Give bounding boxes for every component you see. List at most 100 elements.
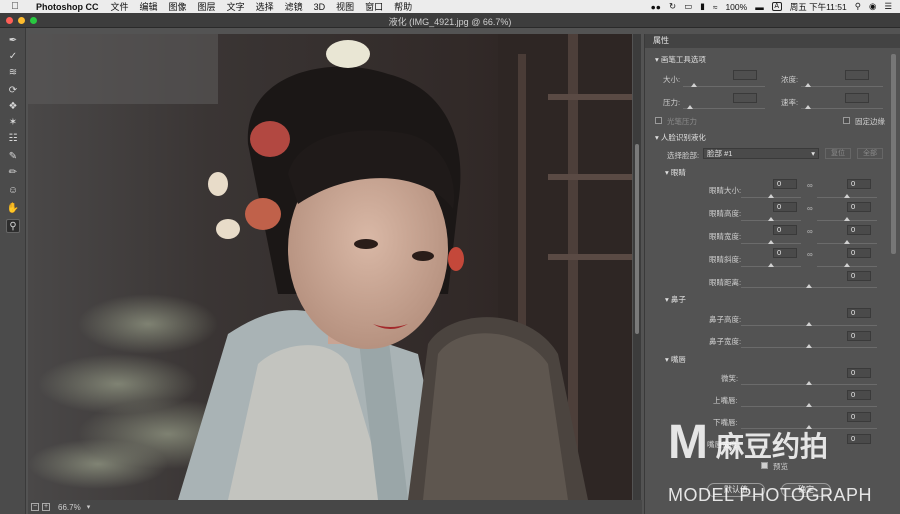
brush-density-field[interactable]: [845, 70, 869, 80]
reconstruct-icon[interactable]: ✓: [6, 50, 20, 64]
eye-width-right-slider[interactable]: [817, 240, 877, 244]
brush-rate-slider[interactable]: [801, 105, 883, 109]
sync-icon[interactable]: ↻: [669, 1, 676, 12]
brush-density-slider[interactable]: [801, 83, 883, 87]
clock[interactable]: 周五 下午11:51: [790, 1, 847, 13]
link-icon[interactable]: ∞: [807, 227, 813, 236]
canvas-vertical-scrollbar[interactable]: [633, 34, 641, 500]
battery-icon[interactable]: ▬: [755, 2, 764, 12]
spotlight-icon[interactable]: ⚲: [855, 1, 861, 12]
eye-tilt-left-slider[interactable]: [741, 263, 801, 267]
notification-center-icon[interactable]: ☰: [884, 1, 892, 12]
menu-edit[interactable]: 编辑: [140, 0, 158, 13]
canvas-scroll-thumb[interactable]: [635, 144, 639, 334]
nose-section[interactable]: ▾ 鼻子: [665, 294, 686, 305]
menu-layer[interactable]: 图层: [198, 0, 216, 13]
link-icon[interactable]: ∞: [807, 204, 813, 213]
smile-slider[interactable]: [741, 381, 877, 385]
eye-width-left-slider[interactable]: [741, 240, 801, 244]
eye-width-left-field[interactable]: 0: [773, 225, 797, 235]
upper-lip-field[interactable]: 0: [847, 390, 871, 400]
brush-rate-field[interactable]: [845, 93, 869, 103]
nose-height-slider[interactable]: [741, 322, 877, 326]
menu-file[interactable]: 文件: [111, 0, 129, 13]
brush-size-field[interactable]: [733, 70, 757, 80]
mouth-width-field[interactable]: 0: [847, 434, 871, 444]
face-aware-section[interactable]: ▾ 人脸识别液化: [655, 132, 706, 143]
forward-warp-icon[interactable]: ✒: [6, 34, 20, 48]
siri-icon[interactable]: ◉: [869, 1, 876, 12]
eye-size-left-slider[interactable]: [741, 194, 801, 198]
face-icon[interactable]: ☺: [6, 184, 20, 198]
menu-select[interactable]: 选择: [256, 0, 274, 13]
eye-height-left-field[interactable]: 0: [773, 202, 797, 212]
bloat-icon[interactable]: ✶: [6, 116, 20, 130]
freeze-mask-icon[interactable]: ✎: [6, 150, 20, 164]
smile-field[interactable]: 0: [847, 368, 871, 378]
menu-type[interactable]: 文字: [227, 0, 245, 13]
menu-image[interactable]: 图像: [169, 0, 187, 13]
menu-view[interactable]: 视图: [336, 0, 354, 13]
hand-icon[interactable]: ✋: [6, 202, 20, 216]
brush-pressure-field[interactable]: [733, 93, 757, 103]
brush-options-section[interactable]: ▾ 画笔工具选项: [655, 54, 706, 65]
eyes-section[interactable]: ▾ 眼睛: [665, 167, 686, 178]
liquify-canvas[interactable]: [28, 34, 632, 500]
zoom-out-button[interactable]: −: [31, 503, 39, 511]
pin-edges-checkbox[interactable]: [843, 117, 850, 124]
menu-help[interactable]: 帮助: [394, 0, 412, 13]
zoom-dropdown-icon[interactable]: ▾: [87, 503, 91, 511]
nose-width-field[interactable]: 0: [847, 331, 871, 341]
link-icon[interactable]: ∞: [807, 181, 813, 190]
menu-bar:  Photoshop CC 文件 编辑 图像 图层 文字 选择 滤镜 3D 视…: [0, 0, 900, 13]
eye-height-left-slider[interactable]: [741, 217, 801, 221]
lower-lip-field[interactable]: 0: [847, 412, 871, 422]
select-face-dropdown[interactable]: 脸部 #1 ▾: [703, 148, 819, 159]
push-left-icon[interactable]: ☷: [6, 132, 20, 146]
smooth-icon[interactable]: ≋: [6, 66, 20, 80]
window-title: 液化 (IMG_4921.jpg @ 66.7%): [388, 17, 512, 27]
eye-height-right-field[interactable]: 0: [847, 202, 871, 212]
eye-size-right-field[interactable]: 0: [847, 179, 871, 189]
link-icon[interactable]: ∞: [807, 250, 813, 259]
cast-icon[interactable]: ▭: [684, 1, 692, 12]
pucker-icon[interactable]: ❖: [6, 100, 20, 114]
chevron-down-icon: ▾: [811, 149, 815, 158]
wechat-icon[interactable]: ●●: [651, 2, 661, 12]
input-method[interactable]: A: [771, 2, 782, 11]
brush-size-slider[interactable]: [683, 83, 765, 87]
eye-distance-slider[interactable]: [741, 284, 877, 288]
twirl-icon[interactable]: ⟳: [6, 84, 20, 98]
app-menu[interactable]: Photoshop CC: [36, 2, 99, 12]
mouth-section[interactable]: ▾ 嘴唇: [665, 354, 686, 365]
panel-scrollbar[interactable]: [891, 54, 896, 254]
battery-status-icon[interactable]: ▮: [700, 1, 705, 12]
eye-height-right-slider[interactable]: [817, 217, 877, 221]
lower-lip-slider[interactable]: [741, 425, 877, 429]
apple-menu-icon[interactable]: : [8, 1, 22, 12]
zoom-in-button[interactable]: +: [42, 503, 50, 511]
eye-size-right-slider[interactable]: [817, 194, 877, 198]
eye-distance-field[interactable]: 0: [847, 271, 871, 281]
eye-tilt-left-field[interactable]: 0: [773, 248, 797, 258]
eye-size-left-field[interactable]: 0: [773, 179, 797, 189]
preview-checkbox[interactable]: [761, 462, 768, 469]
eye-tilt-right-field[interactable]: 0: [847, 248, 871, 258]
nose-width-slider[interactable]: [741, 344, 877, 348]
stylus-pressure-checkbox[interactable]: [655, 117, 662, 124]
battery-percent[interactable]: 100%: [725, 2, 747, 12]
zoom-icon[interactable]: ⚲: [6, 219, 20, 233]
upper-lip-slider[interactable]: [741, 403, 877, 407]
menu-filter[interactable]: 滤镜: [285, 0, 303, 13]
wifi-icon[interactable]: ≈: [713, 2, 718, 12]
menu-window[interactable]: 窗口: [365, 0, 383, 13]
brush-pressure-slider[interactable]: [683, 105, 765, 109]
zoom-level[interactable]: 66.7%: [58, 503, 81, 512]
menu-3d[interactable]: 3D: [314, 2, 326, 12]
eye-width-right-field[interactable]: 0: [847, 225, 871, 235]
all-faces-button[interactable]: 全部: [857, 148, 883, 159]
nose-height-field[interactable]: 0: [847, 308, 871, 318]
eye-tilt-right-slider[interactable]: [817, 263, 877, 267]
thaw-mask-icon[interactable]: ✏: [6, 166, 20, 180]
reset-face-button[interactable]: 复位: [825, 148, 851, 159]
